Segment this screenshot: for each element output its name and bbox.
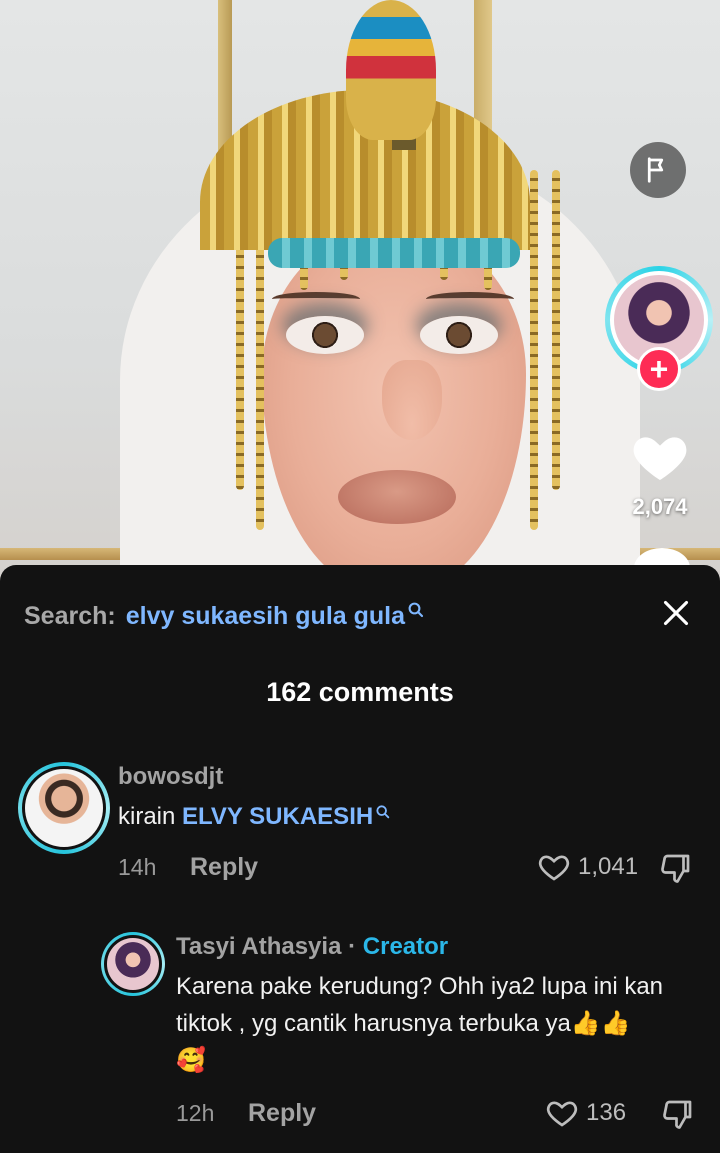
avatar[interactable] — [101, 932, 165, 996]
comment-like-button[interactable]: 136 — [544, 1095, 626, 1131]
avatar[interactable] — [18, 762, 110, 854]
comment-like-button[interactable]: 1,041 — [536, 849, 638, 885]
bead-chain — [530, 170, 538, 530]
search-query-link[interactable]: elvy sukaesih gula gula — [126, 602, 405, 631]
video-lips — [338, 470, 456, 524]
video-nose — [382, 360, 442, 440]
creator-name[interactable]: Tasyi Athasyia — [176, 933, 341, 960]
creator-badge: Creator — [362, 933, 449, 960]
search-label: Search: — [24, 601, 116, 630]
reply-button[interactable]: Reply — [248, 1099, 316, 1128]
video-beads — [268, 238, 520, 268]
heart-icon — [633, 437, 687, 480]
comments-count: 162 comments — [266, 677, 454, 707]
search-icon — [408, 602, 424, 618]
comment-text: Karena pake kerudung? Ohh iya2 lupa ini … — [176, 968, 663, 1079]
follow-button[interactable]: + — [637, 347, 681, 391]
heart-outline-icon — [538, 855, 570, 881]
bead-chain — [552, 170, 560, 490]
comments-sheet: Search: elvy sukaesih gula gula 162 comm… — [0, 565, 720, 1153]
video-eye — [286, 316, 364, 354]
comment-text-prefix: kirain — [118, 803, 183, 830]
avatar-image — [104, 935, 162, 993]
search-suggestion[interactable]: Search: elvy sukaesih gula gula — [24, 598, 425, 634]
video-brow — [426, 292, 514, 306]
comment-time: 14h — [118, 854, 157, 880]
report-button[interactable] — [630, 142, 686, 198]
comment-time: 12h — [176, 1100, 215, 1126]
video-brow — [272, 292, 360, 306]
comment-text: kirain ELVY SUKAESIH — [118, 798, 391, 835]
heart-outline-icon — [546, 1101, 578, 1127]
thumbs-down-icon[interactable] — [660, 1096, 696, 1132]
plus-icon: + — [649, 351, 669, 387]
video-eye — [420, 316, 498, 354]
comment-search-link[interactable]: ELVY SUKAESIH — [182, 803, 373, 830]
flag-icon — [647, 157, 664, 183]
avatar-image — [22, 766, 106, 850]
like-count: 2,074 — [632, 494, 688, 519]
comment-username: Tasyi Athasyia · Creator — [176, 933, 448, 961]
separator-dot: · — [348, 933, 357, 960]
search-icon — [376, 805, 390, 819]
video-cobra — [346, 0, 436, 140]
comment-text-line: tiktok , yg cantik harusnya terbuka ya👍👍 — [176, 1010, 631, 1037]
comment-text-line: Karena pake kerudung? Ohh iya2 lupa ini … — [176, 973, 664, 1000]
comment-like-count: 1,041 — [578, 853, 639, 880]
close-button[interactable] — [656, 593, 696, 633]
comment-username[interactable]: bowosdjt — [118, 763, 223, 791]
thumbs-down-icon[interactable] — [658, 850, 694, 886]
reply-button[interactable]: Reply — [190, 853, 258, 882]
like-button[interactable] — [628, 424, 692, 488]
comment-like-count: 136 — [586, 1099, 627, 1126]
comment-text-line: 🥰 — [176, 1047, 206, 1074]
close-icon — [663, 600, 689, 626]
